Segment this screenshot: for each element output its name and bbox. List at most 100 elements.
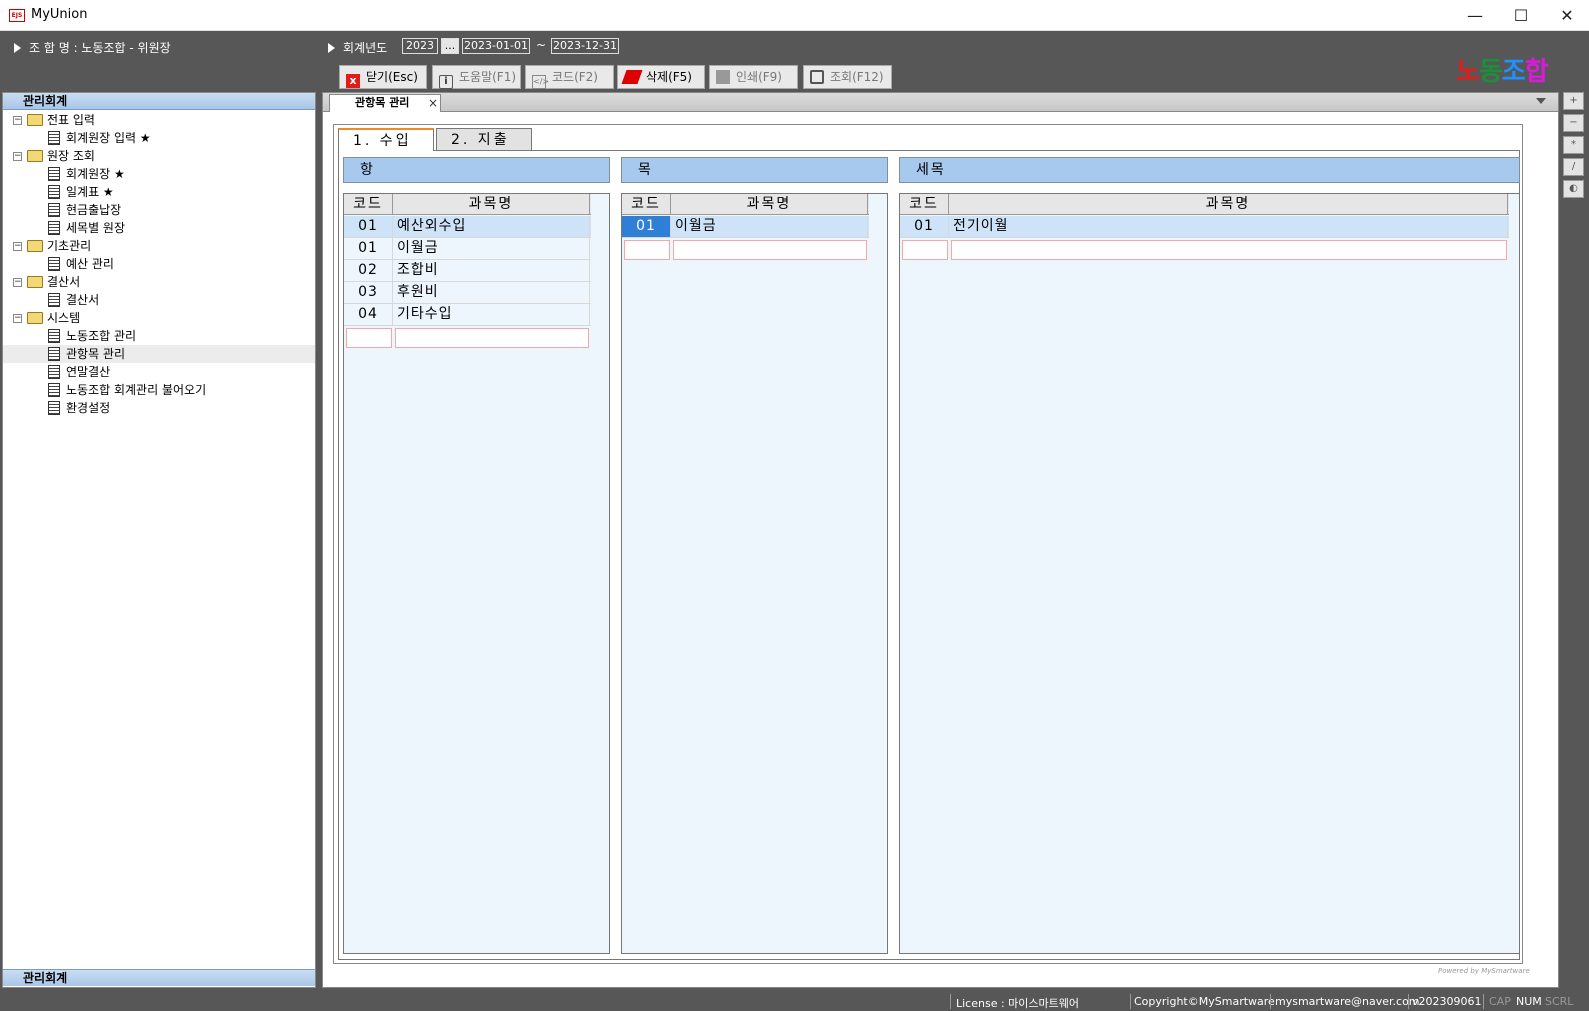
table-row[interactable]: 01 이월금 (344, 238, 591, 260)
code-cell[interactable]: 01 (344, 238, 393, 259)
divide-button[interactable]: / (1563, 158, 1584, 176)
new-row-name-input[interactable] (395, 328, 589, 348)
name-cell[interactable]: 예산외수입 (393, 216, 590, 237)
multiply-button[interactable]: * (1563, 136, 1584, 154)
code-cell[interactable]: 04 (344, 304, 393, 325)
table-row[interactable]: 02 조합비 (344, 260, 591, 282)
tree-item[interactable]: 노동조합 회계관리 불어오기 (3, 381, 315, 399)
delete-button[interactable]: 삭제(F5) (617, 65, 705, 89)
version-text: v202309061 (1412, 995, 1482, 1008)
new-row-name-input[interactable] (951, 240, 1507, 260)
column-header-name[interactable]: 과목명 (671, 194, 868, 215)
zoom-out-button[interactable]: − (1563, 114, 1584, 132)
document-tab[interactable]: 관항목 관리 × (329, 94, 441, 112)
end-date-field[interactable]: 2023-12-31 (551, 38, 619, 54)
mok-grid: 코드 과목명 01 이월금 (621, 193, 888, 954)
tree-item[interactable]: 예산 관리 (3, 255, 315, 273)
tree-item-label: 현금출납장 (66, 203, 122, 217)
tab-income[interactable]: 1. 수입 (338, 128, 434, 151)
info-icon: i (439, 75, 453, 89)
table-row[interactable]: 01 전기이월 (900, 216, 1509, 238)
tree-item[interactable]: 일계표 ★ (3, 183, 315, 201)
code-cell[interactable]: 01 (900, 216, 949, 237)
contrast-button[interactable]: ◐ (1563, 180, 1584, 198)
column-header-code[interactable]: 코드 (622, 194, 671, 215)
table-row[interactable]: 01 이월금 (622, 216, 869, 238)
new-row-name-input[interactable] (673, 240, 867, 260)
tree-folder[interactable]: − 원장 조회 (3, 147, 315, 165)
collapse-icon[interactable]: − (13, 278, 22, 287)
column-header-name[interactable]: 과목명 (393, 194, 590, 215)
maximize-button[interactable]: ☐ (1498, 0, 1544, 31)
close-window-button[interactable]: ✕ (1544, 0, 1589, 31)
start-date-field[interactable]: 2023-01-01 (462, 38, 530, 54)
tree-item[interactable]: 환경설정 (3, 399, 315, 417)
tree-item[interactable]: 노동조합 관리 (3, 327, 315, 345)
fiscal-year-field[interactable]: 2023 (402, 38, 438, 54)
tree-item[interactable]: 세목별 원장 (3, 219, 315, 237)
grid-header: 코드 과목명 (900, 194, 1509, 215)
tab-expense[interactable]: 2. 지출 (436, 128, 532, 151)
query-button[interactable]: 조회(F12) (803, 65, 892, 89)
new-row-code-input[interactable] (624, 240, 670, 260)
tree-folder[interactable]: − 전표 입력 (3, 111, 315, 129)
nav-panel-title[interactable]: 관리회계 (3, 93, 315, 110)
document-icon (48, 347, 60, 361)
document-icon (48, 185, 60, 199)
code-cell[interactable]: 03 (344, 282, 393, 303)
column-header-name[interactable]: 과목명 (949, 194, 1508, 215)
tree-folder[interactable]: − 시스템 (3, 309, 315, 327)
zoom-in-button[interactable]: + (1563, 92, 1584, 110)
code-cell[interactable]: 01 (622, 216, 671, 237)
status-divider (1483, 994, 1484, 1009)
name-cell[interactable]: 후원비 (393, 282, 590, 303)
status-bar: License : 마이스마트웨어 Copyright©MySmartware … (0, 992, 1589, 1011)
code-cell[interactable]: 01 (344, 216, 393, 237)
new-row-code-input[interactable] (902, 240, 948, 260)
code-cell[interactable]: 02 (344, 260, 393, 281)
document-tab-label: 관항목 관리 (355, 96, 410, 109)
name-cell[interactable]: 이월금 (393, 238, 590, 259)
tree-item[interactable]: 결산서 (3, 291, 315, 309)
status-divider (950, 994, 951, 1009)
close-button[interactable]: x 닫기(Esc) (339, 65, 427, 89)
code-button[interactable]: </> 코드(F2) (525, 65, 614, 89)
document-icon (48, 329, 60, 343)
tree-item-label: 관항목 관리 (66, 347, 126, 361)
column-header-code[interactable]: 코드 (900, 194, 949, 215)
nav-panel-bottom-title[interactable]: 관리회계 (3, 969, 315, 986)
collapse-icon[interactable]: − (13, 116, 22, 125)
name-cell[interactable]: 전기이월 (949, 216, 1508, 237)
email-text: mysmartware@naver.com (1275, 995, 1420, 1008)
name-cell[interactable]: 기타수입 (393, 304, 590, 325)
minimize-button[interactable]: — (1452, 0, 1498, 31)
document-icon (48, 131, 60, 145)
fiscal-year-picker-button[interactable]: ... (441, 38, 459, 54)
tree-folder[interactable]: − 결산서 (3, 273, 315, 291)
tree-item[interactable]: 관항목 관리 (3, 345, 315, 363)
folder-icon (27, 312, 43, 324)
collapse-icon[interactable]: − (13, 152, 22, 161)
help-button[interactable]: i 도움말(F1) (432, 65, 521, 89)
table-row[interactable]: 03 후원비 (344, 282, 591, 304)
eraser-icon (621, 70, 643, 84)
table-row[interactable]: 04 기타수입 (344, 304, 591, 326)
print-button[interactable]: 인쇄(F9) (709, 65, 798, 89)
collapse-icon[interactable]: − (13, 242, 22, 251)
collapse-icon[interactable]: − (13, 314, 22, 323)
tree-folder[interactable]: − 기초관리 (3, 237, 315, 255)
close-tab-icon[interactable]: × (428, 95, 438, 111)
tree-item[interactable]: 회계원장 입력 ★ (3, 129, 315, 147)
tab-dropdown-icon[interactable] (1536, 98, 1546, 104)
column-header-code[interactable]: 코드 (344, 194, 393, 215)
tree-item[interactable]: 연말결산 (3, 363, 315, 381)
document-tab-strip: 관항목 관리 × (323, 93, 1558, 112)
name-cell[interactable]: 이월금 (671, 216, 868, 237)
table-row[interactable]: 01 예산외수입 (344, 216, 591, 238)
tree-item-label: 결산서 (47, 275, 81, 289)
copyright-text: Copyright©MySmartware (1134, 995, 1275, 1008)
tree-item[interactable]: 현금출납장 (3, 201, 315, 219)
name-cell[interactable]: 조합비 (393, 260, 590, 281)
tree-item[interactable]: 회계원장 ★ (3, 165, 315, 183)
new-row-code-input[interactable] (346, 328, 392, 348)
